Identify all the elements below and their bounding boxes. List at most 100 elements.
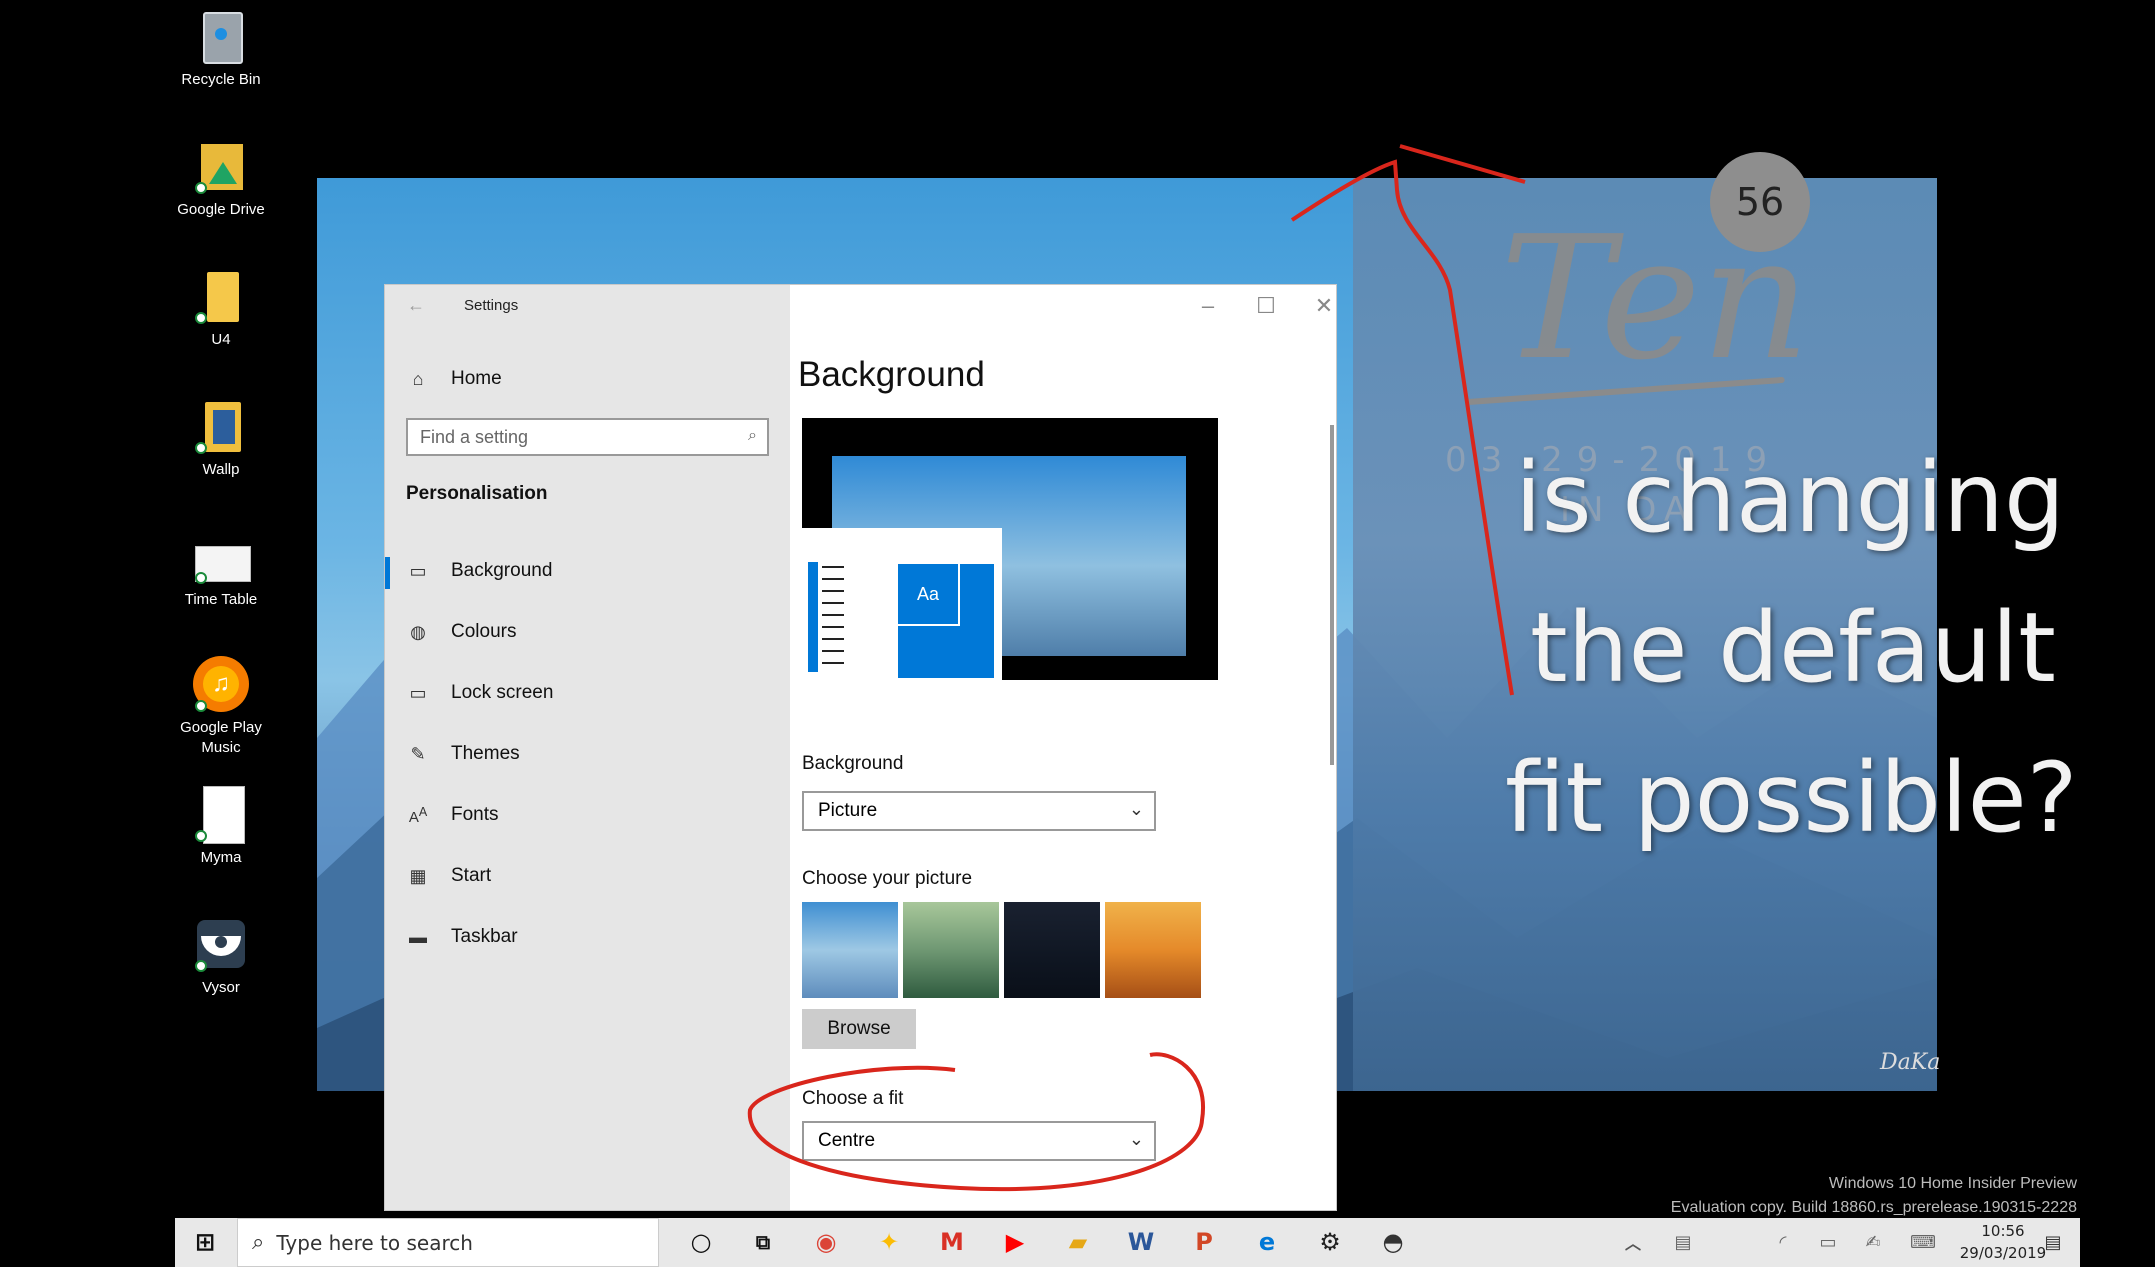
nav-item-themes[interactable]: ✎ Themes: [405, 734, 520, 774]
nav-item-label: Background: [451, 560, 553, 581]
chevron-up-icon[interactable]: ︿: [1615, 1226, 1651, 1258]
background-dropdown-value: Picture: [818, 800, 878, 821]
desktop-icon-google-play-music[interactable]: ♫ Google Play Music: [162, 656, 280, 758]
nav-item-label: Lock screen: [451, 682, 554, 703]
sync-check-icon: [195, 960, 207, 972]
nav-item-label: Themes: [451, 743, 520, 764]
network-icon[interactable]: ▤: [1665, 1226, 1701, 1258]
desktop-icon-label: U4: [211, 331, 231, 348]
nav-item-label: Start: [451, 865, 492, 886]
settings-window: ← Settings ⌂ Home Find a setting ⌕ Perso…: [385, 285, 1336, 1210]
picture-thumbnail[interactable]: [903, 902, 999, 998]
desktop-icon-google-drive[interactable]: Google Drive: [162, 138, 280, 220]
app-icon[interactable]: ◓: [1375, 1226, 1411, 1258]
keyboard-icon[interactable]: ⌨: [1905, 1226, 1941, 1258]
document-icon: [193, 528, 251, 584]
nav-item-colours[interactable]: ◍ Colours: [405, 612, 516, 652]
picture-thumbnail[interactable]: [1004, 902, 1100, 998]
window-title: Settings: [464, 297, 519, 314]
taskbar: ⊞ ⌕ Type here to search ○ ⧉ ◉ ✦ M ▶ ▰ W …: [175, 1218, 2080, 1267]
page-title: Background: [798, 355, 985, 394]
desktop-icon-wallp[interactable]: Wallp: [162, 398, 280, 480]
insider-watermark-line2: Evaluation copy. Build 18860.rs_prerelea…: [1670, 1199, 2077, 1216]
background-dropdown[interactable]: Picture ⌄: [802, 791, 1156, 831]
lock-screen-icon: ▭: [409, 682, 427, 703]
pen-icon[interactable]: ✍: [1855, 1226, 1891, 1258]
nav-home[interactable]: ⌂ Home: [405, 359, 502, 399]
desktop-icon-label: Myma: [200, 849, 242, 866]
section-heading: Personalisation: [406, 483, 548, 504]
task-view-icon[interactable]: ⧉: [745, 1226, 781, 1258]
desktop-icon-u4[interactable]: U4: [162, 268, 280, 350]
youtube-icon[interactable]: ▶: [997, 1226, 1033, 1258]
taskbar-search[interactable]: ⌕ Type here to search: [237, 1218, 659, 1267]
nav-item-lock-screen[interactable]: ▭ Lock screen: [405, 673, 553, 713]
maximize-button[interactable]: ☐: [1246, 293, 1286, 319]
picture-icon: ▭: [409, 560, 427, 581]
taskbar-icon: ▬: [409, 926, 427, 947]
desktop-icon-recycle-bin[interactable]: Recycle Bin: [162, 8, 280, 90]
document-icon: [193, 786, 249, 844]
fit-dropdown[interactable]: Centre ⌄: [802, 1121, 1156, 1161]
nav-item-label: Fonts: [451, 804, 499, 825]
battery-icon[interactable]: ▭: [1810, 1226, 1846, 1258]
find-setting-input[interactable]: Find a setting ⌕: [406, 418, 769, 456]
wifi-icon[interactable]: ◜: [1765, 1226, 1801, 1258]
nav-item-taskbar[interactable]: ▬ Taskbar: [405, 917, 518, 957]
desktop-icon-label: Time Table: [184, 591, 258, 608]
desktop-icon-label: Google Play Music: [180, 719, 262, 756]
sync-check-icon: [195, 442, 207, 454]
background-preview: Aa: [802, 418, 1218, 680]
edge-icon[interactable]: e: [1249, 1226, 1285, 1258]
picture-thumbnail[interactable]: [802, 902, 898, 998]
minimize-button[interactable]: –: [1188, 293, 1228, 319]
home-icon: ⌂: [412, 368, 424, 389]
photos-icon[interactable]: ✦: [871, 1226, 907, 1258]
scrollbar[interactable]: [1330, 425, 1334, 765]
sync-check-icon: [195, 830, 207, 842]
active-indicator: [385, 557, 390, 589]
nav-item-start[interactable]: ▦ Start: [405, 856, 491, 896]
nav-home-label: Home: [451, 368, 502, 389]
desktop-icon-myma[interactable]: Myma: [162, 786, 280, 868]
preview-sample-text: Aa: [898, 564, 960, 626]
settings-gear-icon[interactable]: ⚙: [1312, 1226, 1348, 1258]
cortana-icon[interactable]: ○: [683, 1226, 719, 1258]
close-button[interactable]: ✕: [1304, 293, 1344, 319]
caption-line-2: the default: [1530, 592, 2056, 704]
chrome-icon[interactable]: ◉: [808, 1226, 844, 1258]
nav-item-background[interactable]: ▭ Background: [405, 551, 552, 591]
powerpoint-icon[interactable]: P: [1186, 1226, 1222, 1258]
vysor-icon: [193, 916, 249, 972]
sync-check-icon: [195, 182, 207, 194]
back-arrow-icon[interactable]: ←: [407, 295, 425, 316]
ten-logo: Ten: [1500, 200, 1811, 398]
caption-line-1: is changing: [1515, 442, 2065, 554]
annotation-arrow-head: [1399, 144, 1526, 184]
music-icon: ♫: [193, 656, 249, 712]
fonts-icon: AA: [408, 804, 428, 826]
desktop-icon-vysor[interactable]: Vysor: [162, 916, 280, 998]
taskbar-search-placeholder: Type here to search: [276, 1230, 473, 1255]
notification-icon[interactable]: ▤: [2035, 1226, 2071, 1258]
nav-item-fonts[interactable]: AA Fonts: [405, 795, 499, 835]
choose-picture-label: Choose your picture: [802, 868, 973, 889]
palette-icon: ◍: [410, 621, 426, 642]
gmail-icon[interactable]: M: [934, 1226, 970, 1258]
sync-check-icon: [195, 700, 207, 712]
sync-check-icon: [195, 572, 207, 584]
fit-dropdown-value: Centre: [818, 1130, 876, 1151]
desktop-icon-time-table[interactable]: Time Table: [162, 528, 280, 610]
nav-item-label: Taskbar: [451, 926, 518, 947]
picture-thumbnail[interactable]: [1105, 902, 1201, 998]
browse-button[interactable]: Browse: [802, 1009, 916, 1049]
artist-signature: DaKa: [1880, 1050, 1941, 1075]
word-icon[interactable]: W: [1123, 1226, 1159, 1258]
windows-start-icon[interactable]: ⊞: [187, 1226, 223, 1258]
file-explorer-icon[interactable]: ▰: [1060, 1226, 1096, 1258]
caption-line-3: fit possible?: [1505, 742, 2078, 854]
desktop-icon-label: Vysor: [202, 979, 240, 996]
nav-item-label: Colours: [451, 621, 517, 642]
desktop-icon-label: Recycle Bin: [181, 71, 261, 88]
desktop-icon-label: Google Drive: [177, 201, 265, 218]
